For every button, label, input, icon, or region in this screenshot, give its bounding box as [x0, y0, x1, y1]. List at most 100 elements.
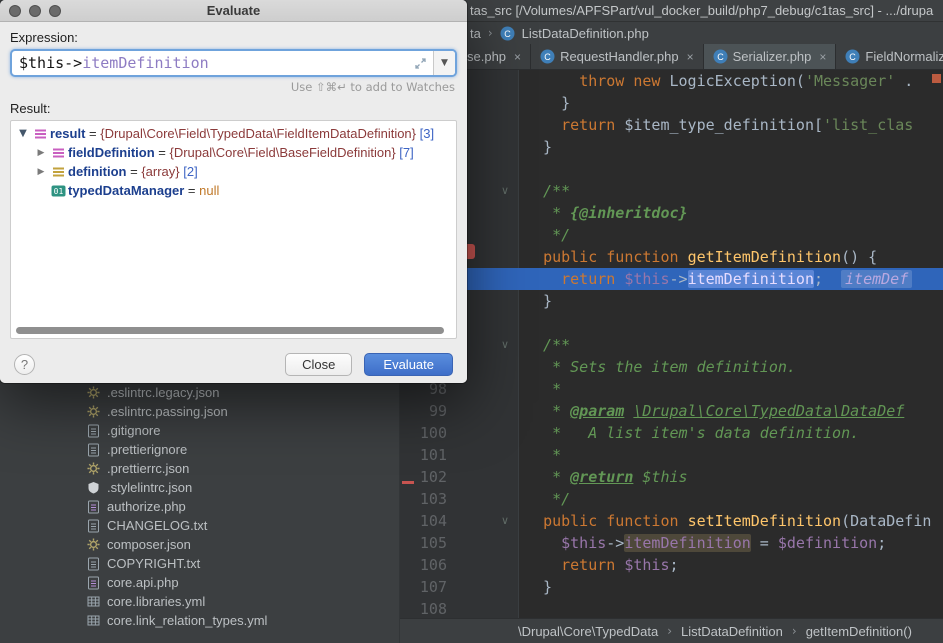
code-line: 89∨ /** [400, 180, 943, 202]
breadcrumb-item[interactable]: ListDataDefinition.php [522, 26, 649, 41]
expand-arrow-icon[interactable]: ▶ [33, 148, 49, 158]
variable-row[interactable]: ▶ definition = {array} [2] [11, 162, 456, 181]
code-text[interactable]: /** [519, 180, 943, 202]
line-number: 101 [400, 444, 455, 466]
error-stripe-mark[interactable] [932, 74, 941, 83]
breadcrumb-item[interactable]: getItemDefinition() [806, 624, 912, 639]
code-text[interactable]: /** [519, 334, 943, 356]
code-line: 98 * [400, 378, 943, 400]
tab-se-php[interactable]: se.php × [458, 44, 532, 69]
code-line: 86 return $item_type_definition['list_cl… [400, 114, 943, 136]
code-line: 107 } [400, 576, 943, 598]
tree-item[interactable]: .gitignore [0, 421, 399, 440]
breadcrumb-item[interactable]: \Drupal\Core\TypedData [518, 624, 658, 639]
tab-close-icon[interactable]: × [819, 50, 826, 64]
tree-item[interactable]: core.link_relation_types.yml [0, 611, 399, 630]
code-text[interactable]: } [519, 576, 943, 598]
tree-item[interactable]: composer.json [0, 535, 399, 554]
expand-editor-icon[interactable] [408, 57, 433, 70]
tree-item-label: authorize.php [107, 499, 186, 514]
evaluate-button[interactable]: Evaluate [364, 352, 453, 376]
gear-icon [86, 386, 100, 400]
code-text[interactable]: */ [519, 488, 943, 510]
collection-size: [3] [416, 126, 435, 141]
expression-value[interactable]: $this->itemDefinition [12, 54, 408, 72]
code-text[interactable]: * @param \Drupal\Core\TypedData\DataDef [519, 400, 943, 422]
tab-close-icon[interactable]: × [514, 50, 521, 64]
tree-item[interactable]: core.libraries.yml [0, 592, 399, 611]
code-editor[interactable]: 84 throw new LogicException('Messager' .… [400, 70, 943, 618]
tree-item[interactable]: .eslintrc.passing.json [0, 402, 399, 421]
dialog-titlebar[interactable]: Evaluate [0, 0, 467, 22]
code-text[interactable]: return $item_type_definition['list_clas [519, 114, 943, 136]
variable-row[interactable]: ▼ result = {Drupal\Core\Field\TypedData\F… [11, 124, 456, 143]
breadcrumb-item[interactable]: ta [470, 26, 481, 41]
code-text[interactable]: } [519, 136, 943, 158]
tab-FieldNormalizer-php[interactable]: CFieldNormalizer.php× [836, 44, 943, 69]
fold-arrow-icon[interactable]: ∨ [455, 510, 519, 532]
code-text[interactable]: * [519, 378, 943, 400]
tab-label: Serializer.php [732, 49, 812, 64]
tree-item[interactable]: .stylelintrc.json [0, 478, 399, 497]
tree-item[interactable]: core.api.php [0, 573, 399, 592]
code-text[interactable]: } [519, 92, 943, 114]
close-button[interactable] [9, 5, 21, 17]
tree-item[interactable]: .eslintrc.legacy.json [0, 383, 399, 402]
code-text[interactable]: * A list item's data definition. [519, 422, 943, 444]
tab-Serializer-php[interactable]: C Serializer.php × [703, 44, 837, 69]
history-dropdown-icon[interactable]: ▼ [433, 51, 455, 75]
code-text[interactable] [519, 158, 943, 180]
code-line: 105 $this->itemDefinition = $definition; [400, 532, 943, 554]
code-line: 102 * @return $this [400, 466, 943, 488]
code-text[interactable]: public function getItemDefinition() { [519, 246, 943, 268]
svg-text:C: C [850, 52, 857, 62]
variable-row[interactable]: ▶ fieldDefinition = {Drupal\Core\Field\Ba… [11, 143, 456, 162]
code-text[interactable]: * [519, 444, 943, 466]
code-text[interactable]: * @return $this [519, 466, 943, 488]
code-line: 101 * [400, 444, 943, 466]
minimize-button[interactable] [29, 5, 41, 17]
collection-size: [2] [179, 164, 198, 179]
tree-item[interactable]: .prettierrc.json [0, 459, 399, 478]
tree-item[interactable]: COPYRIGHT.txt [0, 554, 399, 573]
code-line: 85 } [400, 92, 943, 114]
expand-arrow-icon[interactable]: ▶ [33, 167, 49, 177]
breadcrumb-item[interactable]: ListDataDefinition [681, 624, 783, 639]
tab-label: se.php [467, 49, 507, 64]
tab-close-icon[interactable]: × [687, 50, 694, 64]
code-text[interactable] [519, 312, 943, 334]
tree-item[interactable]: authorize.php [0, 497, 399, 516]
tree-item-label: .prettierignore [107, 442, 188, 457]
code-text[interactable] [519, 598, 943, 618]
code-text[interactable]: public function setItemDefinition(DataDe… [519, 510, 943, 532]
zoom-button[interactable] [49, 5, 61, 17]
tree-item-label: .eslintrc.legacy.json [107, 385, 220, 400]
close-button[interactable]: Close [285, 352, 353, 376]
variable-row[interactable]: 01 typedDataManager = null [11, 181, 456, 200]
horizontal-scrollbar[interactable] [16, 327, 444, 334]
fold-gutter [455, 400, 519, 422]
classC-icon: C [845, 49, 860, 64]
collapse-arrow-icon[interactable]: ▼ [15, 128, 31, 139]
tree-item[interactable]: CHANGELOG.txt [0, 516, 399, 535]
code-text[interactable]: throw new LogicException('Messager' . [519, 70, 943, 92]
code-text[interactable]: * Sets the item definition. [519, 356, 943, 378]
tree-item-label: COPYRIGHT.txt [107, 556, 201, 571]
code-text[interactable]: * {@inheritdoc} [519, 202, 943, 224]
result-rows: ▼ result = {Drupal\Core\Field\TypedData\F… [11, 121, 456, 200]
expression-input[interactable]: $this->itemDefinition ▼ [10, 49, 457, 77]
tree-item[interactable]: .prettierignore [0, 440, 399, 459]
code-text[interactable]: */ [519, 224, 943, 246]
code-line: 88 [400, 158, 943, 180]
variable-value: null [199, 183, 220, 198]
project-tree: .eslintrc.legacy.json .eslintrc.passing.j… [0, 383, 399, 630]
code-text[interactable]: return $this->itemDefinition; itemDef [519, 268, 943, 290]
code-text[interactable]: return $this; [519, 554, 943, 576]
expression-token: itemDefinition [82, 54, 209, 72]
ide-window: tas_src [/Volumes/APFSPart/vul_docker_bu… [0, 0, 943, 643]
svg-text:C: C [717, 52, 724, 62]
code-text[interactable]: $this->itemDefinition = $definition; [519, 532, 943, 554]
help-button[interactable]: ? [14, 353, 35, 375]
code-text[interactable]: } [519, 290, 943, 312]
tab-RequestHandler-php[interactable]: C RequestHandler.php × [531, 44, 704, 69]
